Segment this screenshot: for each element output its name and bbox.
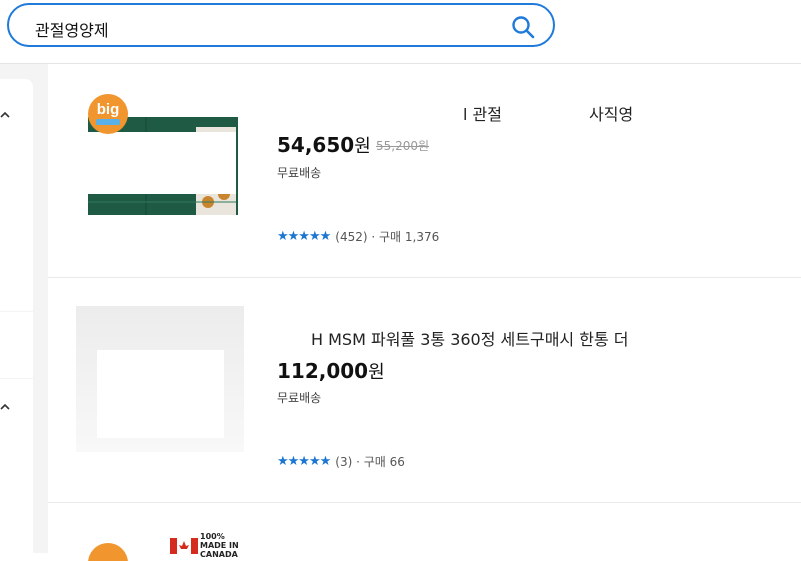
header: 관절영양제: [0, 0, 801, 64]
big-badge-icon: [88, 543, 128, 561]
canada-flag-icon: [170, 537, 198, 554]
filter-section[interactable]: [0, 312, 33, 378]
product-price: 112,000원: [277, 358, 385, 384]
chevron-up-icon[interactable]: [0, 402, 12, 412]
chevron-up-icon[interactable]: [0, 110, 12, 120]
shipping-badge: 무료배송: [277, 391, 322, 405]
product-title[interactable]: l 관절: [463, 101, 502, 125]
origin-text: 100% MADE IN CANADA: [200, 532, 239, 559]
rating: ★★★★★ (452) · 구매 1,376: [277, 228, 439, 245]
search-input[interactable]: 관절영양제: [35, 17, 109, 41]
product-price: 54,650원: [277, 132, 371, 158]
shipping-badge: 무료배송: [277, 166, 322, 180]
price-unit: 원: [368, 362, 385, 383]
original-price: 55,200원: [376, 139, 430, 153]
list-item[interactable]: big l 관절 사직영 54,650원 55,200원 무료배송 ★★★★★ …: [48, 64, 801, 278]
redacted-area: [88, 132, 236, 194]
svg-text:big: big: [97, 101, 120, 118]
review-count: (452) · 구매 1,376: [335, 230, 440, 244]
star-icon: ★★★★★: [277, 454, 331, 469]
product-thumbnail[interactable]: big: [86, 92, 246, 218]
filter-section[interactable]: [0, 79, 33, 311]
rating: ★★★★★ (3) · 구매 66: [277, 453, 405, 470]
product-thumbnail[interactable]: [76, 306, 244, 452]
big-badge-icon: big: [88, 94, 128, 134]
price-value: 54,650: [277, 133, 355, 157]
product-list: big l 관절 사직영 54,650원 55,200원 무료배송 ★★★★★ …: [48, 64, 801, 561]
price-unit: 원: [354, 136, 371, 157]
price-value: 112,000: [277, 359, 369, 383]
list-item[interactable]: H MSM 파워풀 3통 360정 세트구매시 한통 더 112,000원 무료…: [48, 278, 801, 503]
product-title[interactable]: H MSM 파워풀 3통 360정 세트구매시 한통 더: [311, 326, 628, 350]
redacted-area: [97, 350, 224, 438]
search-icon[interactable]: [511, 15, 535, 39]
origin-label: 100% MADE IN CANADA: [170, 532, 244, 559]
list-item[interactable]: 100% MADE IN CANADA: [48, 503, 801, 561]
star-icon: ★★★★★: [277, 229, 331, 244]
review-count: (3) · 구매 66: [335, 455, 405, 469]
product-title[interactable]: 사직영: [589, 101, 633, 125]
search-box[interactable]: 관절영양제: [7, 3, 555, 47]
filter-section[interactable]: [0, 379, 33, 553]
